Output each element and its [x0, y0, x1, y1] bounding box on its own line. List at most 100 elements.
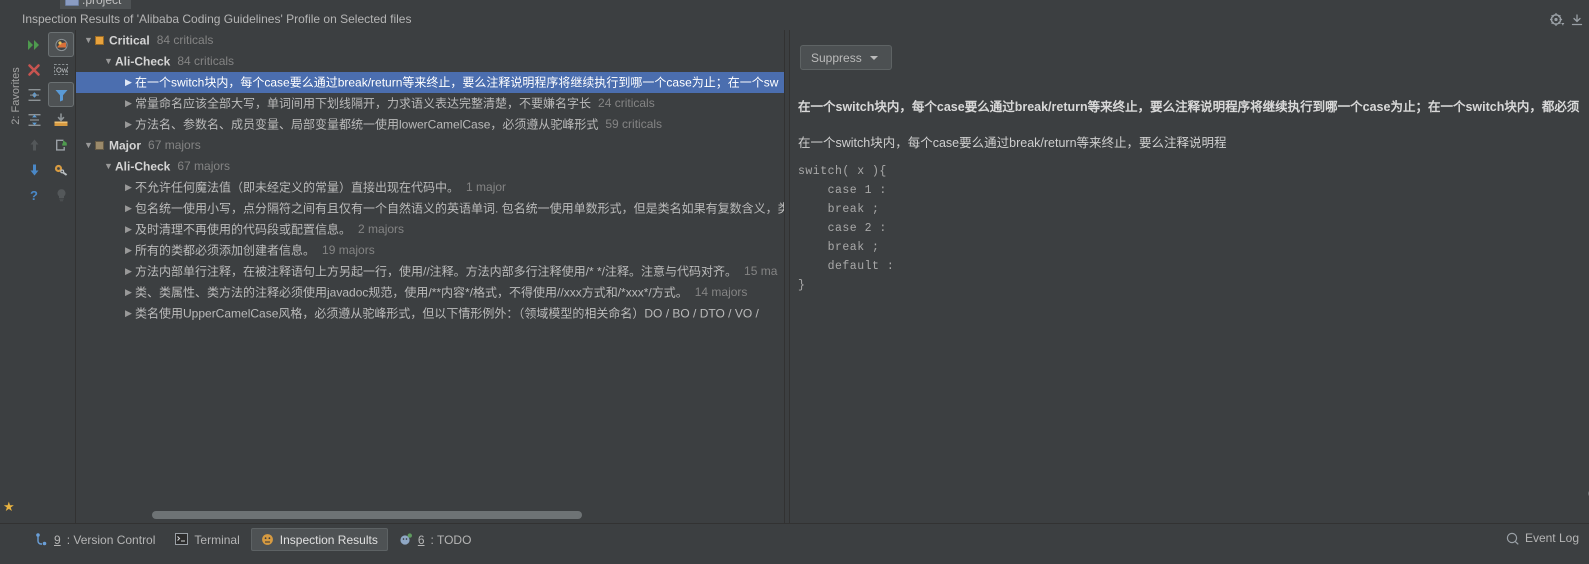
tree-group-row[interactable]: ▼ Critical 84 criticals — [76, 30, 784, 51]
inspection-results-window: .project Inspection Results of 'Alibaba … — [0, 0, 1589, 564]
code-line: break ; — [798, 241, 880, 254]
chevron-right-icon[interactable]: ▶ — [122, 114, 135, 135]
suppress-button[interactable]: Suppress — [800, 45, 892, 70]
tool-window-version-control[interactable]: 9 : Version Control — [26, 528, 164, 551]
suppress-label: Suppress — [811, 50, 862, 65]
code-line: case 1 : — [798, 184, 887, 197]
chevron-down-icon[interactable]: ▼ — [102, 51, 115, 72]
tree-row-count: 59 criticals — [605, 117, 663, 131]
chevron-right-icon[interactable]: ▶ — [122, 240, 135, 261]
tree-problem-row[interactable]: ▶ 类名使用UpperCamelCase风格，必须遵从驼峰形式，但以下情形例外：（… — [76, 303, 784, 324]
editor-tab-project[interactable]: .project — [60, 0, 132, 9]
hide-window-icon[interactable] — [1571, 13, 1583, 26]
event-log-icon — [1506, 532, 1519, 545]
tree-row-count: 67 majors — [148, 138, 201, 152]
gear-wrench-icon[interactable] — [48, 157, 74, 182]
tree-group-row[interactable]: ▼ Ali-Check 84 criticals — [76, 51, 784, 72]
severity-swatch-critical — [95, 36, 104, 45]
group-by-severity-toggle[interactable] — [48, 32, 74, 57]
chevron-right-icon[interactable]: ▶ — [122, 93, 135, 114]
chevron-right-icon[interactable]: ▶ — [122, 261, 135, 282]
tree-problem-row[interactable]: ▶ 方法名、参数名、成员变量、局部变量都统一使用lowerCamelCase，必须… — [76, 114, 784, 135]
tree-problem-row[interactable]: ▶ 包名统一使用小写，点分隔符之间有且仅有一个自然语义的英语单词. 包名统一使用单… — [76, 198, 784, 219]
expand-all-button[interactable] — [21, 107, 47, 132]
tree-problem-row[interactable]: ▶ 不允许任何魔法值（即未经定义的常量）直接出现在代码中。 1 major — [76, 177, 784, 198]
chevron-down-icon — [869, 55, 878, 60]
tree-group-row[interactable]: ▼ Ali-Check 67 majors — [76, 156, 784, 177]
gear-icon[interactable] — [1550, 13, 1565, 26]
code-sample: switch( x ){ case 1 : break ; case 2 : b… — [798, 162, 1558, 295]
filter-funnel-icon[interactable] — [48, 82, 74, 107]
code-line: switch( x ){ — [798, 165, 887, 178]
rerun-inspection-button[interactable] — [21, 32, 47, 57]
tree-problem-row[interactable]: ▶ 类、类属性、类方法的注释必须使用javadoc规范，使用/**内容*/格式，不… — [76, 282, 784, 303]
tree-problem-row[interactable]: ▶ 方法内部单行注释，在被注释语句上方另起一行，使用//注释。方法内部多行注释使用… — [76, 261, 784, 282]
tree-row-count: 67 majors — [177, 159, 231, 173]
tool-window-shortcut: 9 — [54, 532, 61, 547]
export-icon[interactable] — [48, 132, 74, 157]
chevron-down-icon[interactable]: ▼ — [82, 30, 95, 51]
next-problem-button[interactable] — [21, 157, 47, 182]
chevron-right-icon[interactable]: ▶ — [122, 303, 135, 324]
import-icon[interactable] — [48, 107, 74, 132]
event-log-button[interactable]: Event Log — [1506, 531, 1579, 545]
tree-row-label: Major — [109, 138, 142, 153]
tree-row-label: Critical — [109, 33, 150, 48]
tree-row-label: 所有的类都必须添加创建者信息。 — [135, 243, 316, 258]
chevron-right-icon[interactable]: ▶ — [122, 219, 135, 240]
tree-row-count: 1 major — [466, 180, 507, 194]
tree-row-label: 类、类属性、类方法的注释必须使用javadoc规范，使用/**内容*/格式，不得… — [135, 285, 688, 300]
tree-problem-row[interactable]: ▶ 所有的类都必须添加创建者信息。 19 majors — [76, 240, 784, 261]
chevron-down-icon[interactable]: ▼ — [102, 156, 115, 177]
toolbar-column-secondary: Ow — [48, 32, 74, 207]
problem-detail-panel: Suppress 在一个switch块内，每个case要么通过break/ret… — [790, 30, 1589, 523]
tree-group-row[interactable]: ▼ Major 67 majors — [76, 135, 784, 156]
terminal-icon — [175, 533, 189, 546]
branch-icon — [35, 533, 48, 546]
event-log-label: Event Log — [1524, 531, 1579, 545]
inspection-titlebar: Inspection Results of 'Alibaba Coding Gu… — [0, 9, 1589, 31]
previous-problem-button — [21, 132, 47, 157]
tool-window-todo[interactable]: 6: TODO — [390, 528, 481, 551]
detail-scrollbar-track[interactable] — [1580, 490, 1589, 499]
chevron-right-icon[interactable]: ▶ — [122, 177, 135, 198]
bottom-tool-window-bar: 9 : Version Control Terminal Inspection Res… — [0, 523, 1589, 564]
code-line: } — [798, 279, 806, 292]
tree-row-label: Ali-Check — [115, 54, 171, 69]
tree-row-count: 15 ma — [744, 264, 778, 278]
tree-row-count: 24 criticals — [598, 96, 655, 110]
tool-window-label: : Version Control — [66, 532, 156, 547]
lightbulb-icon — [48, 182, 74, 207]
close-inspection-button[interactable] — [21, 57, 47, 82]
tree-problem-row[interactable]: ▶ 及时清理不再使用的代码段或配置信息。 2 majors — [76, 219, 784, 240]
inspection-tree[interactable]: ▼ Critical 84 criticals ▼ Ali-Check 84 critic… — [76, 30, 784, 507]
editor-tab-label: .project — [82, 0, 122, 7]
ow-box-icon[interactable]: Ow — [48, 57, 74, 82]
problem-description-text: 在一个switch块内，每个case要么通过break/return等来终止，要… — [798, 136, 1227, 150]
help-button[interactable]: ? — [21, 182, 47, 207]
collapse-all-button[interactable] — [21, 82, 47, 107]
tree-row-label: 不允许任何魔法值（即未经定义的常量）直接出现在代码中。 — [135, 180, 460, 195]
inspection-toolbar: ? Ow — [20, 30, 76, 523]
favorites-strip: 2: Favorites ★ — [0, 30, 22, 523]
chevron-right-icon[interactable]: ▶ — [122, 72, 135, 93]
tool-window-inspection-results[interactable]: Inspection Results — [250, 528, 388, 551]
tree-row-label: 常量命名应该全部大写，单词间用下划线隔开，力求语义表达完整清楚，不要嫌名字长 — [135, 96, 592, 111]
code-line: default : — [798, 260, 895, 273]
tool-window-label: Terminal — [194, 532, 240, 547]
inspection-icon — [261, 533, 274, 546]
chevron-right-icon[interactable]: ▶ — [122, 282, 135, 303]
tree-row-count: 2 majors — [358, 222, 405, 236]
editor-tab-strip: .project — [0, 0, 1589, 9]
tree-horizontal-scrollbar[interactable] — [76, 507, 784, 523]
tree-problem-row[interactable]: ▶ 常量命名应该全部大写，单词间用下划线隔开，力求语义表达完整清楚，不要嫌名字长 2… — [76, 93, 784, 114]
problem-description-title: 在一个switch块内，每个case要么通过break/return等来终止，要… — [798, 100, 1580, 114]
tree-problem-row[interactable]: ▶ 在一个switch块内，每个case要么通过break/return等来终止，… — [76, 72, 784, 93]
chevron-right-icon[interactable]: ▶ — [122, 198, 135, 219]
severity-swatch-major — [95, 141, 104, 150]
tool-window-terminal[interactable]: Terminal — [166, 528, 248, 551]
tree-row-label: 方法名、参数名、成员变量、局部变量都统一使用lowerCamelCase，必须遵… — [135, 117, 599, 132]
chevron-down-icon[interactable]: ▼ — [82, 135, 95, 156]
star-icon: ★ — [3, 499, 15, 514]
scrollbar-thumb[interactable] — [152, 511, 582, 519]
